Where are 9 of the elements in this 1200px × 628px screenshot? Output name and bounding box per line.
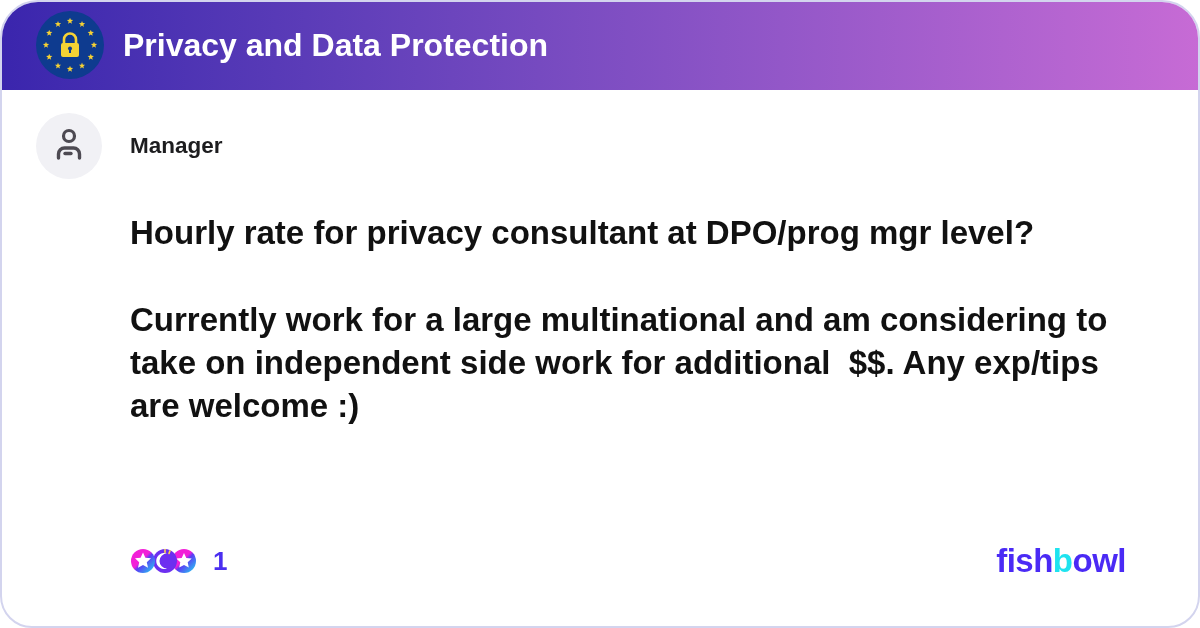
author-name: Manager	[130, 132, 223, 160]
reaction-count: 1	[213, 545, 228, 577]
brand-logo: fishbowl	[996, 542, 1126, 580]
post-title: Hourly rate for privacy consultant at DPO/prog mgr level?	[130, 213, 1036, 253]
lock-stars-icon	[36, 11, 104, 79]
avatar-icon	[36, 113, 102, 179]
group-title: Privacy and Data Protection	[123, 26, 549, 65]
post-body: Currently work for a large multinational and am considering to take on independent side work for additional $$. Any exp/tips are welcome :)	[130, 300, 1109, 426]
reaction-icons	[130, 548, 197, 574]
